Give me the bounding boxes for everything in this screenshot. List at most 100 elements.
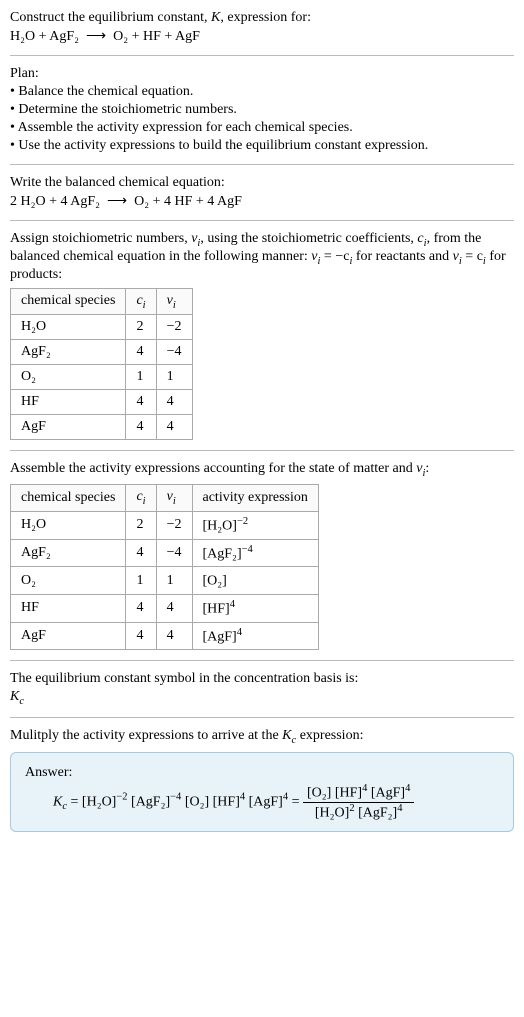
cell-ci: 4: [126, 539, 156, 567]
colon: :: [425, 461, 429, 476]
denominator: [H₂O]2 [AgF₂]4: [303, 803, 414, 822]
act-base: [O₂]: [203, 574, 227, 589]
balanced-lhs: 2 H₂O + 4 AgF₂: [10, 194, 100, 209]
act-exp: 4: [237, 627, 242, 638]
cell-species: O₂: [11, 567, 126, 595]
plan-item: • Determine the stoichiometric numbers.: [10, 102, 514, 118]
cell-species: O₂: [11, 365, 126, 390]
answer-box: Answer: Kc = [H₂O]−2 [AgF₂]−4 [O₂] [HF]4…: [10, 752, 514, 832]
cell-ci: 2: [126, 511, 156, 539]
table-row: H₂O2−2: [11, 315, 193, 340]
divider: [10, 220, 514, 221]
cell-nui: 4: [156, 415, 192, 440]
eq: =: [288, 794, 303, 809]
assign-text: Assign stoichiometric numbers, νi, using…: [10, 231, 514, 283]
exp: 4: [362, 783, 367, 794]
term: [H₂O]: [82, 794, 116, 809]
balanced-equation: 2 H₂O + 4 AgF₂ ⟶ O₂ + 4 HF + 4 AgF: [10, 193, 514, 210]
cell-ci: 2: [126, 315, 156, 340]
cell-ci: 4: [126, 390, 156, 415]
assemble-block: Assemble the activity expressions accoun…: [10, 461, 514, 650]
th-ci: ci: [126, 485, 156, 512]
intro-block: Construct the equilibrium constant, K, e…: [10, 10, 514, 45]
unbalanced-equation: H₂O + AgF₂ ⟶ O₂ + HF + AgF: [10, 28, 514, 45]
exp: −4: [170, 792, 181, 803]
exp: 4: [405, 783, 410, 794]
exp: −2: [116, 792, 127, 803]
sub-i: i: [143, 299, 146, 310]
table-row: AgF₂4−4: [11, 340, 193, 365]
term: [AgF]: [249, 794, 283, 809]
k: K: [282, 728, 291, 743]
intro-text-a: Construct the equilibrium constant,: [10, 10, 211, 25]
table-header-row: chemical species ci νi activity expressi…: [11, 485, 319, 512]
cell-nui: 4: [156, 622, 192, 650]
cell-ci: 4: [126, 594, 156, 622]
th-species: chemical species: [11, 288, 126, 315]
mult-a: Mulitply the activity expressions to arr…: [10, 728, 282, 743]
divider: [10, 660, 514, 661]
assign-b: , using the stoichiometric coefficients,: [200, 231, 417, 246]
act-base: [AgF₂]: [203, 546, 242, 561]
cell-ci: 1: [126, 567, 156, 595]
numerator: [O₂] [HF]4 [AgF]4: [303, 783, 414, 803]
term: [HF]: [335, 786, 362, 801]
cell-species: H₂O: [11, 511, 126, 539]
kc-text: The equilibrium constant symbol in the c…: [10, 671, 514, 687]
eq-rhs: O₂ + HF + AgF: [113, 29, 200, 44]
cell-activity: [AgF]4: [192, 622, 318, 650]
cell-activity: [O₂]: [192, 567, 318, 595]
cell-nui: 4: [156, 594, 192, 622]
divider: [10, 717, 514, 718]
table-row: AgF44: [11, 415, 193, 440]
cell-nui: −4: [156, 539, 192, 567]
th-nui: νi: [156, 288, 192, 315]
kc: K: [53, 794, 62, 809]
k: K: [10, 689, 19, 704]
cell-species: HF: [11, 390, 126, 415]
table-row: AgF₂4−4[AgF₂]−4: [11, 539, 319, 567]
eq: =: [67, 794, 82, 809]
term: [AgF]: [371, 786, 405, 801]
th-nui: νi: [156, 485, 192, 512]
cell-species: AgF: [11, 622, 126, 650]
sub-i: i: [173, 299, 176, 310]
rel2: = c: [462, 249, 483, 264]
plan-block: Plan: • Balance the chemical equation. •…: [10, 66, 514, 154]
answer-formula: Kc = [H₂O]−2 [AgF₂]−4 [O₂] [HF]4 [AgF]4 …: [53, 783, 499, 821]
sub-i: i: [173, 496, 176, 507]
term: [O₂]: [185, 794, 209, 809]
table-row: O₂11[O₂]: [11, 567, 319, 595]
cell-species: AgF: [11, 415, 126, 440]
cell-activity: [AgF₂]−4: [192, 539, 318, 567]
divider: [10, 450, 514, 451]
cell-nui: 1: [156, 365, 192, 390]
cell-activity: [HF]4: [192, 594, 318, 622]
rel1-end: for reactants and: [352, 249, 452, 264]
cell-species: HF: [11, 594, 126, 622]
exp: 4: [240, 792, 245, 803]
cell-species: AgF₂: [11, 340, 126, 365]
cell-species: AgF₂: [11, 539, 126, 567]
cell-species: H₂O: [11, 315, 126, 340]
table-row: AgF 4 4[AgF]4: [11, 622, 319, 650]
plan-item: • Use the activity expressions to build …: [10, 138, 514, 154]
kc-symbol: Kc: [10, 689, 514, 707]
intro-line: Construct the equilibrium constant, K, e…: [10, 10, 514, 26]
table-header-row: chemical species ci νi: [11, 288, 193, 315]
table-row: HF44[HF]4: [11, 594, 319, 622]
cell-ci: 4: [126, 415, 156, 440]
sub-i: i: [143, 496, 146, 507]
table-row: O₂11: [11, 365, 193, 390]
th-species: chemical species: [11, 485, 126, 512]
term: [HF]: [213, 794, 240, 809]
cell-ci: 1: [126, 365, 156, 390]
kc-symbol-block: The equilibrium constant symbol in the c…: [10, 671, 514, 707]
sub-c: c: [19, 696, 24, 707]
answer-label: Answer:: [25, 765, 499, 781]
multiply-block: Mulitply the activity expressions to arr…: [10, 728, 514, 746]
plan-heading: Plan:: [10, 66, 514, 82]
stoich-table: chemical species ci νi H₂O2−2 AgF₂4−4 O₂…: [10, 288, 193, 441]
plan-item: • Assemble the activity expression for e…: [10, 120, 514, 136]
plan-item: • Balance the chemical equation.: [10, 84, 514, 100]
